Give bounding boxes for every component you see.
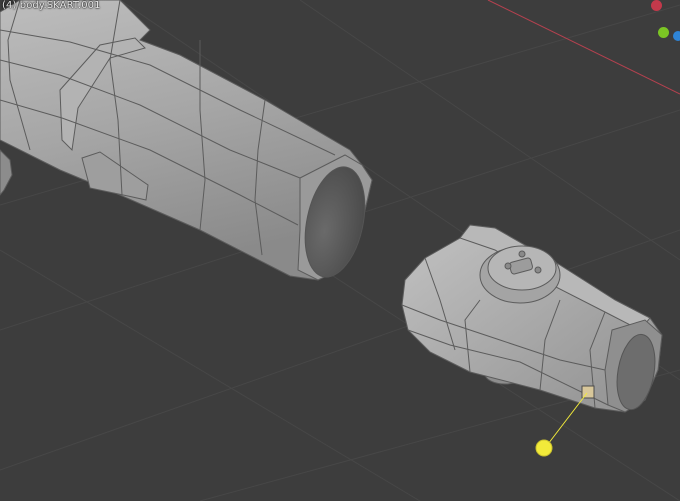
light-dot-icon[interactable] <box>535 439 553 457</box>
gizmo-x-axis-icon[interactable] <box>651 0 662 11</box>
left-edge-object <box>0 149 13 196</box>
object-name-label: (4) body.SKART.001 <box>2 0 101 11</box>
gizmo-y-axis-icon[interactable] <box>658 27 669 38</box>
viewport-canvas[interactable] <box>0 0 680 501</box>
gizmo-z-axis-icon[interactable] <box>673 31 680 41</box>
pod-mesh <box>401 224 663 413</box>
3d-viewport[interactable]: (4) body.SKART.001 <box>0 0 680 501</box>
x-axis-line <box>487 0 680 95</box>
fuselage-mesh <box>0 0 373 281</box>
